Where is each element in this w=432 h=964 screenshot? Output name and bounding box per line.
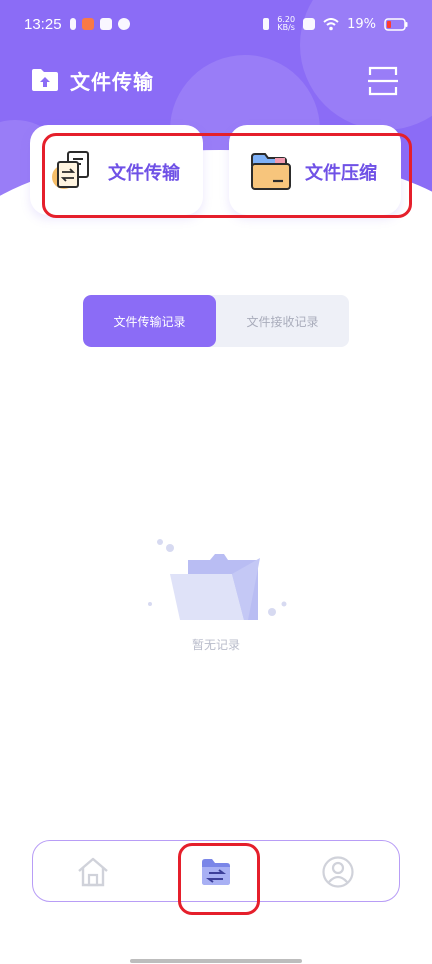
mail-icon — [100, 18, 112, 30]
status-left-icons — [70, 18, 130, 30]
home-icon[interactable] — [76, 855, 110, 889]
record-tabs: 文件接收记录 文件传输记录 — [83, 295, 349, 347]
highlight-box-cards — [42, 133, 412, 218]
sim-icon — [70, 18, 76, 30]
highlight-box-nav — [178, 843, 260, 915]
empty-state-text: 暂无记录 — [191, 638, 240, 652]
status-time: 13:25 — [24, 16, 62, 33]
tab-transfer-records[interactable]: 文件传输记录 — [83, 295, 216, 347]
net-speed: 6.20 KB/s — [277, 16, 295, 32]
net-speed-unit: KB/s — [277, 23, 295, 32]
folder-upload-icon — [32, 69, 58, 91]
vibrate-icon — [263, 18, 270, 30]
battery-icon — [384, 17, 408, 31]
battery-percent: 19% — [347, 16, 376, 32]
gesture-bar[interactable] — [130, 959, 302, 963]
status-right: 6.20 KB/s 19% — [263, 16, 408, 32]
sync-icon — [118, 18, 130, 30]
page-title: 文件传输 — [70, 69, 154, 94]
tab-receive-records[interactable]: 文件接收记录 — [216, 295, 349, 347]
empty-folder-illustration — [148, 539, 287, 620]
status-bar: 13:25 6.20 KB/s 19% — [0, 0, 432, 50]
wifi-icon — [323, 17, 339, 30]
app-notification-icon — [82, 18, 94, 30]
scan-icon[interactable] — [368, 66, 398, 96]
user-icon[interactable] — [321, 855, 355, 889]
page-header: 文件传输 — [30, 64, 154, 96]
bluetooth-icon — [303, 18, 316, 30]
